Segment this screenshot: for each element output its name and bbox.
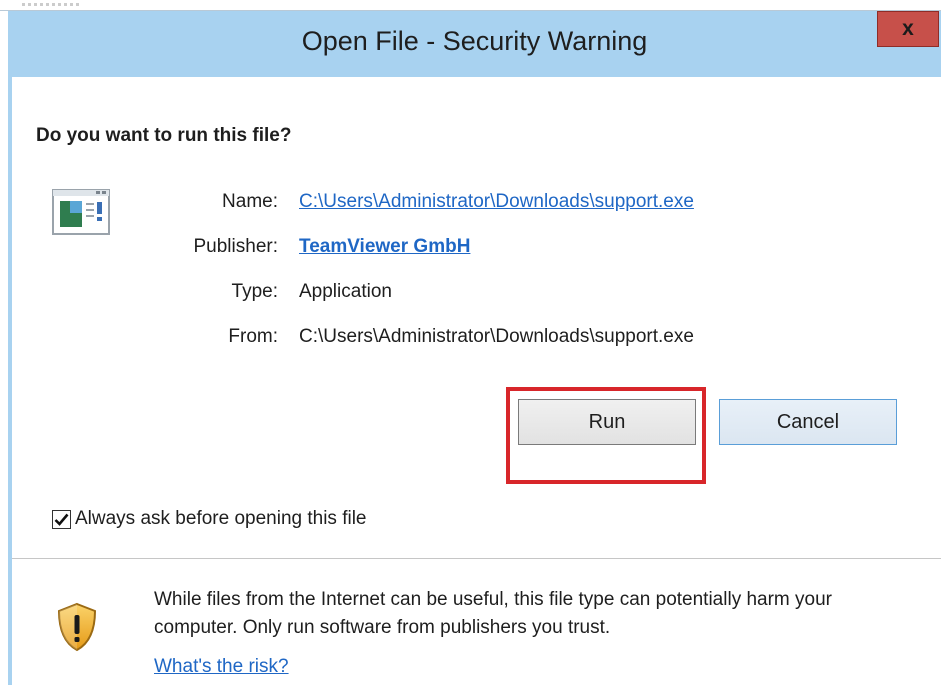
from-label: From: bbox=[228, 326, 278, 347]
whats-the-risk-link[interactable]: What's the risk? bbox=[154, 656, 289, 678]
name-label: Name: bbox=[222, 191, 278, 212]
always-ask-checkbox[interactable] bbox=[52, 509, 71, 529]
dialog-content: Do you want to run this file? Name: C:\U… bbox=[12, 77, 941, 685]
name-link[interactable]: C:\Users\Administrator\Downloads\support… bbox=[299, 191, 694, 213]
always-ask-label: Always ask before opening this file bbox=[75, 508, 367, 529]
always-ask-option[interactable]: Always ask before opening this file bbox=[52, 507, 367, 531]
run-question: Do you want to run this file? bbox=[36, 125, 292, 146]
close-icon: x bbox=[902, 17, 914, 40]
background-window-fragment bbox=[22, 3, 82, 6]
type-value: Application bbox=[299, 281, 392, 302]
close-button[interactable]: x bbox=[877, 11, 939, 47]
shield-warning-icon bbox=[57, 602, 97, 652]
type-label: Type: bbox=[231, 281, 278, 302]
run-button[interactable]: Run bbox=[518, 399, 696, 445]
application-icon bbox=[52, 189, 110, 235]
checkmark-icon bbox=[54, 513, 69, 526]
warning-text: While files from the Internet can be use… bbox=[154, 589, 832, 638]
publisher-link[interactable]: TeamViewer GmbH bbox=[299, 236, 470, 258]
window-title: Open File - Security Warning bbox=[301, 26, 648, 56]
run-button-label: Run bbox=[588, 410, 626, 433]
from-value: C:\Users\Administrator\Downloads\support… bbox=[299, 326, 694, 347]
security-warning-dialog: Open File - Security Warning x Do you wa… bbox=[8, 11, 941, 685]
cancel-button[interactable]: Cancel bbox=[719, 399, 897, 445]
title-bar[interactable]: Open File - Security Warning x bbox=[8, 11, 941, 77]
cancel-button-label: Cancel bbox=[776, 410, 840, 433]
publisher-label: Publisher: bbox=[193, 236, 279, 257]
